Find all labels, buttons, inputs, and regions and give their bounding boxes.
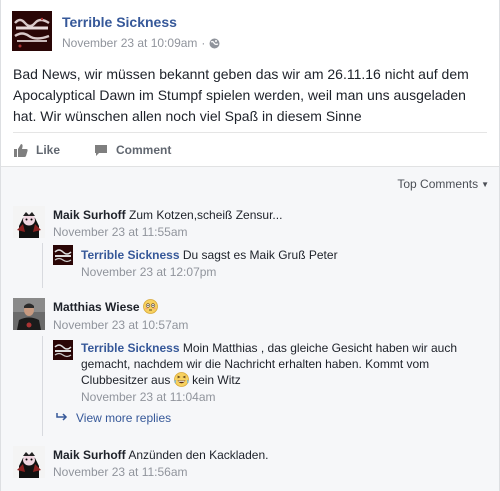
like-icon	[13, 143, 28, 157]
comment-body: Matthias Wiese	[53, 299, 483, 315]
comment-author[interactable]: Maik Surhoff	[53, 208, 126, 222]
reply-timestamp[interactable]: November 23 at 11:04am	[81, 390, 216, 404]
comment-author[interactable]: Matthias Wiese	[53, 300, 140, 314]
post-actions: Like Comment	[13, 140, 171, 160]
reply-author[interactable]: Terrible Sickness	[81, 341, 180, 355]
meta-separator: ·	[201, 36, 206, 50]
post-text: Bad News, wir müssen bekannt geben das w…	[13, 66, 469, 124]
comment-button[interactable]: Comment	[94, 143, 171, 157]
like-label: Like	[36, 143, 61, 157]
avatar[interactable]	[13, 446, 45, 478]
reply-author[interactable]: Terrible Sickness	[81, 248, 180, 262]
comment-icon	[94, 144, 108, 157]
comment-timestamp[interactable]: November 23 at 11:56am	[53, 465, 188, 479]
globe-icon[interactable]	[209, 38, 220, 49]
thread-line	[42, 243, 43, 288]
reply-avatar[interactable]	[53, 340, 73, 360]
caret-down-icon: ▼	[481, 179, 489, 189]
reply-text-end: kein Witz	[192, 373, 241, 387]
comment-author[interactable]: Maik Surhoff	[53, 448, 126, 462]
top-comments-dropdown[interactable]: Top Comments ▼	[397, 177, 489, 191]
reply-arrow-icon	[56, 411, 68, 425]
post-meta: November 23 at 10:09am ·	[62, 36, 220, 50]
view-more-label: View more replies	[76, 411, 172, 425]
comment-body: Maik Surhoff Zum Kotzen,scheiß Zensur...	[53, 207, 483, 223]
sort-label: Top Comments	[397, 177, 479, 191]
comment-timestamp[interactable]: November 23 at 11:55am	[53, 225, 188, 239]
avatar[interactable]	[13, 298, 45, 330]
reply-text: Du sagst es Maik Gruß Peter	[182, 248, 338, 262]
reply-timestamp[interactable]: November 23 at 12:07pm	[81, 265, 216, 279]
divider	[13, 132, 487, 133]
comment-text: Anzünden den Kackladen.	[128, 448, 269, 462]
flushed-face-emoji	[143, 299, 158, 314]
comment-body: Maik Surhoff Anzünden den Kackladen.	[53, 447, 483, 463]
like-button[interactable]: Like	[13, 143, 60, 157]
reply-body: Terrible Sickness Moin Matthias , das gl…	[81, 340, 486, 388]
comment-timestamp[interactable]: November 23 at 10:57am	[53, 318, 188, 332]
page-avatar[interactable]	[12, 11, 52, 51]
page-name-link[interactable]: Terrible Sickness	[62, 14, 177, 30]
comment-label: Comment	[116, 143, 172, 157]
post-card: Terrible Sickness November 23 at 10:09am…	[0, 0, 500, 491]
reply-body: Terrible Sickness Du sagst es Maik Gruß …	[81, 247, 481, 263]
thread-line	[42, 336, 43, 436]
avatar[interactable]	[13, 206, 45, 238]
reply-avatar[interactable]	[53, 245, 73, 265]
post-timestamp[interactable]: November 23 at 10:09am	[62, 36, 197, 50]
view-more-replies-link[interactable]: View more replies	[56, 411, 171, 425]
comment-text: Zum Kotzen,scheiß Zensur...	[129, 208, 283, 222]
laughing-emoji	[173, 372, 189, 387]
